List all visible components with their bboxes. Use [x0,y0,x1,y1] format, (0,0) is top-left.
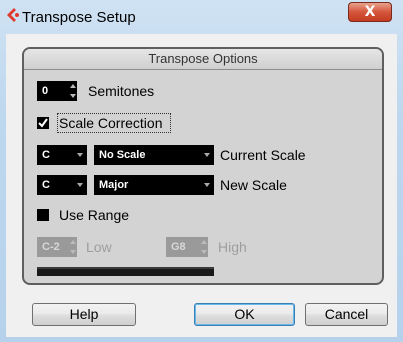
new-scale-root-value: C [42,179,50,191]
range-low-value: C-2 [42,241,60,253]
range-high-label: High [218,239,247,255]
cancel-button[interactable]: Cancel [305,303,388,326]
range-low-stepper[interactable]: C-2 [37,237,77,257]
ok-button[interactable]: OK [194,303,295,326]
new-scale-value: Major [99,179,129,191]
dialog-window: Transpose Setup X Transpose Options 0 Se… [0,0,403,342]
range-high-stepper[interactable]: G8 [166,237,208,257]
current-scale-root-value: C [42,149,50,161]
title-bar[interactable]: Transpose Setup X [0,0,403,34]
chevron-down-icon [77,183,83,187]
semitones-label: Semitones [88,83,155,99]
semitones-value: 0 [42,85,49,97]
cubase-app-icon [7,8,19,22]
use-range-label[interactable]: Use Range [59,205,129,225]
chevron-down-icon [204,183,210,187]
new-scale-label: New Scale [220,177,287,193]
stepper-arrows-icon[interactable] [69,237,77,257]
window-title: Transpose Setup [22,9,136,26]
use-range-checkbox[interactable] [37,209,49,221]
stepper-arrows-icon[interactable] [69,81,77,101]
close-icon: X [364,4,376,20]
current-scale-value: No Scale [99,149,146,161]
chevron-down-icon [204,153,210,157]
checkmark-icon [38,118,48,128]
stepper-arrows-icon[interactable] [200,237,208,257]
scale-correction-checkbox[interactable] [37,117,49,129]
scale-correction-label[interactable]: Scale Correction [59,113,163,133]
range-bar[interactable] [37,267,214,276]
current-scale-label: Current Scale [220,147,306,163]
close-button[interactable]: X [348,2,392,22]
range-high-value: G8 [171,241,186,253]
chevron-down-icon [77,153,83,157]
range-low-label: Low [86,239,112,255]
help-button[interactable]: Help [32,303,136,326]
new-scale-select[interactable]: Major [94,175,214,195]
semitones-stepper[interactable]: 0 [37,81,77,101]
new-scale-root-select[interactable]: C [37,175,87,195]
panel-header: Transpose Options [24,49,382,70]
transpose-options-panel: Transpose Options 0 Semitones Scale Corr… [22,47,384,285]
current-scale-select[interactable]: No Scale [94,145,214,165]
current-scale-root-select[interactable]: C [37,145,87,165]
